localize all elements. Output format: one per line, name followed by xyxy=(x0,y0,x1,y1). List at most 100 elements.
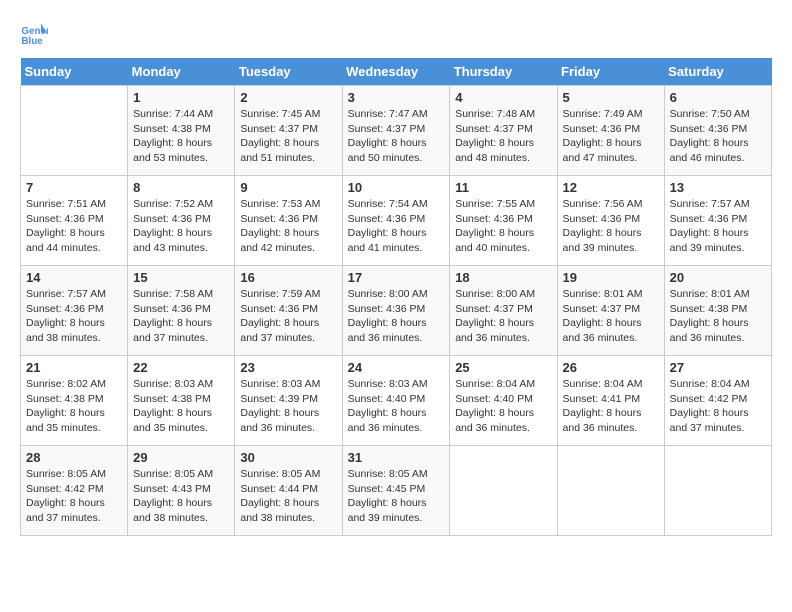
day-info: Sunrise: 8:05 AM Sunset: 4:44 PM Dayligh… xyxy=(240,467,336,526)
day-number: 6 xyxy=(670,90,766,105)
day-info: Sunrise: 8:03 AM Sunset: 4:39 PM Dayligh… xyxy=(240,377,336,436)
day-cell: 2 Sunrise: 7:45 AM Sunset: 4:37 PM Dayli… xyxy=(235,86,342,176)
day-number: 24 xyxy=(348,360,445,375)
day-cell: 24 Sunrise: 8:03 AM Sunset: 4:40 PM Dayl… xyxy=(342,356,450,446)
day-info: Sunrise: 7:54 AM Sunset: 4:36 PM Dayligh… xyxy=(348,197,445,256)
day-cell xyxy=(664,446,771,536)
day-info: Sunrise: 7:52 AM Sunset: 4:36 PM Dayligh… xyxy=(133,197,229,256)
day-info: Sunrise: 8:05 AM Sunset: 4:45 PM Dayligh… xyxy=(348,467,445,526)
day-info: Sunrise: 7:47 AM Sunset: 4:37 PM Dayligh… xyxy=(348,107,445,166)
day-info: Sunrise: 7:56 AM Sunset: 4:36 PM Dayligh… xyxy=(563,197,659,256)
day-info: Sunrise: 8:03 AM Sunset: 4:40 PM Dayligh… xyxy=(348,377,445,436)
day-number: 23 xyxy=(240,360,336,375)
day-number: 8 xyxy=(133,180,229,195)
day-cell: 15 Sunrise: 7:58 AM Sunset: 4:36 PM Dayl… xyxy=(128,266,235,356)
day-cell: 22 Sunrise: 8:03 AM Sunset: 4:38 PM Dayl… xyxy=(128,356,235,446)
day-cell: 9 Sunrise: 7:53 AM Sunset: 4:36 PM Dayli… xyxy=(235,176,342,266)
logo: General Blue xyxy=(20,20,52,48)
day-cell: 3 Sunrise: 7:47 AM Sunset: 4:37 PM Dayli… xyxy=(342,86,450,176)
day-cell: 8 Sunrise: 7:52 AM Sunset: 4:36 PM Dayli… xyxy=(128,176,235,266)
day-cell: 27 Sunrise: 8:04 AM Sunset: 4:42 PM Dayl… xyxy=(664,356,771,446)
day-cell: 5 Sunrise: 7:49 AM Sunset: 4:36 PM Dayli… xyxy=(557,86,664,176)
day-number: 20 xyxy=(670,270,766,285)
page-header: General Blue xyxy=(20,20,772,48)
day-cell: 18 Sunrise: 8:00 AM Sunset: 4:37 PM Dayl… xyxy=(450,266,557,356)
day-header-sunday: Sunday xyxy=(21,58,128,86)
day-info: Sunrise: 7:55 AM Sunset: 4:36 PM Dayligh… xyxy=(455,197,551,256)
week-row-2: 14 Sunrise: 7:57 AM Sunset: 4:36 PM Dayl… xyxy=(21,266,772,356)
day-info: Sunrise: 8:01 AM Sunset: 4:38 PM Dayligh… xyxy=(670,287,766,346)
day-info: Sunrise: 8:03 AM Sunset: 4:38 PM Dayligh… xyxy=(133,377,229,436)
day-cell: 7 Sunrise: 7:51 AM Sunset: 4:36 PM Dayli… xyxy=(21,176,128,266)
day-cell xyxy=(21,86,128,176)
day-info: Sunrise: 7:48 AM Sunset: 4:37 PM Dayligh… xyxy=(455,107,551,166)
day-number: 17 xyxy=(348,270,445,285)
day-info: Sunrise: 8:02 AM Sunset: 4:38 PM Dayligh… xyxy=(26,377,122,436)
calendar-table: SundayMondayTuesdayWednesdayThursdayFrid… xyxy=(20,58,772,536)
day-number: 2 xyxy=(240,90,336,105)
day-cell: 21 Sunrise: 8:02 AM Sunset: 4:38 PM Dayl… xyxy=(21,356,128,446)
day-number: 13 xyxy=(670,180,766,195)
logo-icon: General Blue xyxy=(20,20,48,48)
day-info: Sunrise: 8:04 AM Sunset: 4:40 PM Dayligh… xyxy=(455,377,551,436)
day-number: 18 xyxy=(455,270,551,285)
day-info: Sunrise: 8:01 AM Sunset: 4:37 PM Dayligh… xyxy=(563,287,659,346)
day-number: 19 xyxy=(563,270,659,285)
day-cell: 14 Sunrise: 7:57 AM Sunset: 4:36 PM Dayl… xyxy=(21,266,128,356)
day-info: Sunrise: 8:00 AM Sunset: 4:36 PM Dayligh… xyxy=(348,287,445,346)
day-header-friday: Friday xyxy=(557,58,664,86)
day-number: 16 xyxy=(240,270,336,285)
day-cell: 25 Sunrise: 8:04 AM Sunset: 4:40 PM Dayl… xyxy=(450,356,557,446)
day-number: 27 xyxy=(670,360,766,375)
day-info: Sunrise: 7:57 AM Sunset: 4:36 PM Dayligh… xyxy=(26,287,122,346)
day-number: 9 xyxy=(240,180,336,195)
day-info: Sunrise: 7:49 AM Sunset: 4:36 PM Dayligh… xyxy=(563,107,659,166)
day-cell xyxy=(450,446,557,536)
day-info: Sunrise: 7:51 AM Sunset: 4:36 PM Dayligh… xyxy=(26,197,122,256)
day-info: Sunrise: 7:53 AM Sunset: 4:36 PM Dayligh… xyxy=(240,197,336,256)
day-cell: 19 Sunrise: 8:01 AM Sunset: 4:37 PM Dayl… xyxy=(557,266,664,356)
day-info: Sunrise: 7:50 AM Sunset: 4:36 PM Dayligh… xyxy=(670,107,766,166)
day-cell: 16 Sunrise: 7:59 AM Sunset: 4:36 PM Dayl… xyxy=(235,266,342,356)
week-row-1: 7 Sunrise: 7:51 AM Sunset: 4:36 PM Dayli… xyxy=(21,176,772,266)
day-number: 22 xyxy=(133,360,229,375)
day-info: Sunrise: 8:05 AM Sunset: 4:43 PM Dayligh… xyxy=(133,467,229,526)
day-number: 28 xyxy=(26,450,122,465)
calendar-header-row: SundayMondayTuesdayWednesdayThursdayFrid… xyxy=(21,58,772,86)
day-number: 4 xyxy=(455,90,551,105)
day-cell: 11 Sunrise: 7:55 AM Sunset: 4:36 PM Dayl… xyxy=(450,176,557,266)
day-info: Sunrise: 8:05 AM Sunset: 4:42 PM Dayligh… xyxy=(26,467,122,526)
week-row-0: 1 Sunrise: 7:44 AM Sunset: 4:38 PM Dayli… xyxy=(21,86,772,176)
day-number: 10 xyxy=(348,180,445,195)
day-cell: 1 Sunrise: 7:44 AM Sunset: 4:38 PM Dayli… xyxy=(128,86,235,176)
day-cell: 30 Sunrise: 8:05 AM Sunset: 4:44 PM Dayl… xyxy=(235,446,342,536)
day-cell: 6 Sunrise: 7:50 AM Sunset: 4:36 PM Dayli… xyxy=(664,86,771,176)
day-info: Sunrise: 8:00 AM Sunset: 4:37 PM Dayligh… xyxy=(455,287,551,346)
day-info: Sunrise: 7:59 AM Sunset: 4:36 PM Dayligh… xyxy=(240,287,336,346)
day-number: 12 xyxy=(563,180,659,195)
day-number: 11 xyxy=(455,180,551,195)
day-cell: 31 Sunrise: 8:05 AM Sunset: 4:45 PM Dayl… xyxy=(342,446,450,536)
day-number: 15 xyxy=(133,270,229,285)
day-cell: 20 Sunrise: 8:01 AM Sunset: 4:38 PM Dayl… xyxy=(664,266,771,356)
day-number: 3 xyxy=(348,90,445,105)
day-number: 1 xyxy=(133,90,229,105)
day-number: 31 xyxy=(348,450,445,465)
week-row-3: 21 Sunrise: 8:02 AM Sunset: 4:38 PM Dayl… xyxy=(21,356,772,446)
day-cell: 12 Sunrise: 7:56 AM Sunset: 4:36 PM Dayl… xyxy=(557,176,664,266)
day-cell xyxy=(557,446,664,536)
day-cell: 4 Sunrise: 7:48 AM Sunset: 4:37 PM Dayli… xyxy=(450,86,557,176)
day-info: Sunrise: 8:04 AM Sunset: 4:42 PM Dayligh… xyxy=(670,377,766,436)
day-info: Sunrise: 8:04 AM Sunset: 4:41 PM Dayligh… xyxy=(563,377,659,436)
week-row-4: 28 Sunrise: 8:05 AM Sunset: 4:42 PM Dayl… xyxy=(21,446,772,536)
day-info: Sunrise: 7:45 AM Sunset: 4:37 PM Dayligh… xyxy=(240,107,336,166)
day-number: 25 xyxy=(455,360,551,375)
day-info: Sunrise: 7:44 AM Sunset: 4:38 PM Dayligh… xyxy=(133,107,229,166)
day-number: 5 xyxy=(563,90,659,105)
day-cell: 29 Sunrise: 8:05 AM Sunset: 4:43 PM Dayl… xyxy=(128,446,235,536)
day-number: 21 xyxy=(26,360,122,375)
day-cell: 23 Sunrise: 8:03 AM Sunset: 4:39 PM Dayl… xyxy=(235,356,342,446)
day-number: 29 xyxy=(133,450,229,465)
day-info: Sunrise: 7:58 AM Sunset: 4:36 PM Dayligh… xyxy=(133,287,229,346)
day-cell: 13 Sunrise: 7:57 AM Sunset: 4:36 PM Dayl… xyxy=(664,176,771,266)
